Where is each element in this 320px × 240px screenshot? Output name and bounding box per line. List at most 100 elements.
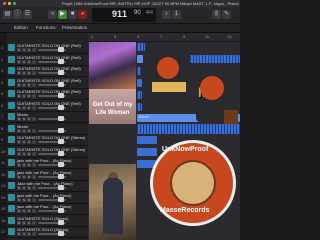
input-monitor-button[interactable]: I (32, 232, 36, 236)
solo-button[interactable]: S (22, 117, 26, 121)
editors-icon[interactable]: ✎ (222, 10, 231, 19)
solo-button[interactable]: S (22, 197, 26, 202)
mute-button[interactable]: M (17, 117, 21, 121)
record-enable-button[interactable]: R (27, 128, 31, 133)
track-header[interactable]: 11 jazz with me Pour... (Ac Piano) M S R I (0, 157, 88, 169)
solo-button[interactable]: S (22, 186, 26, 190)
input-monitor-button[interactable]: I (32, 151, 36, 156)
mute-button[interactable]: M (17, 174, 21, 179)
input-monitor-button[interactable]: I (32, 140, 36, 144)
fader-handle[interactable] (58, 104, 64, 110)
region[interactable] (137, 67, 141, 75)
record-enable-button[interactable]: R (27, 151, 31, 156)
track-header[interactable]: 15 jazz with me Pour... (Ac Piano) M S R I (0, 203, 88, 215)
input-monitor-button[interactable]: I (32, 82, 36, 87)
fader-handle[interactable] (58, 219, 64, 225)
solo-button[interactable]: S (22, 94, 26, 98)
mute-button[interactable]: M (17, 48, 21, 52)
region[interactable] (137, 103, 142, 111)
region[interactable] (190, 55, 240, 63)
library-icon[interactable]: ▤ (3, 10, 12, 19)
mixer-icon[interactable]: ⫼ (212, 10, 221, 19)
track-header[interactable]: 4 GUITARISTE SOLO ON ONE (Refl) M S R I (0, 77, 88, 89)
track-header[interactable]: 6 GUITARISTE SOLO ON ONE (Refl) M S R I (0, 100, 88, 112)
play-icon[interactable]: ▶ (58, 10, 67, 19)
mute-button[interactable]: M (17, 71, 21, 75)
fader-handle[interactable] (58, 196, 64, 202)
input-monitor-button[interactable]: I (32, 197, 36, 202)
solo-button[interactable]: S (22, 105, 26, 110)
solo-button[interactable]: S (22, 82, 26, 87)
fader-handle[interactable] (58, 231, 64, 236)
solo-button[interactable]: S (22, 151, 26, 156)
mute-button[interactable]: M (17, 220, 21, 225)
record-enable-button[interactable]: R (27, 140, 31, 144)
record-enable-button[interactable]: R (27, 186, 31, 190)
input-monitor-button[interactable]: I (32, 94, 36, 98)
record-enable-button[interactable]: R (27, 59, 31, 64)
track-header[interactable]: 17 GUITARISTE SOLO (Stereo) M S R I (0, 226, 88, 238)
record-enable-button[interactable]: R (27, 209, 31, 213)
close-icon[interactable] (3, 2, 6, 5)
solo-button[interactable]: S (22, 48, 26, 52)
input-monitor-button[interactable]: I (32, 71, 36, 75)
track-header[interactable]: 9 GUITARISTE SOLO ON ONE (Stereo) M S R I (0, 134, 88, 146)
fader-handle[interactable] (58, 81, 64, 87)
mute-button[interactable]: M (17, 209, 21, 213)
record-enable-button[interactable]: R (27, 105, 31, 110)
input-monitor-button[interactable]: I (32, 105, 36, 110)
solo-button[interactable]: S (22, 174, 26, 179)
record-enable-button[interactable]: R (27, 82, 31, 87)
record-enable-button[interactable]: R (27, 94, 31, 98)
fader-handle[interactable] (58, 185, 64, 190)
zoom-icon[interactable] (13, 2, 16, 5)
fader-handle[interactable] (58, 162, 64, 167)
record-enable-button[interactable]: R (27, 220, 31, 225)
inspector-icon[interactable]: ⓘ (13, 10, 22, 19)
track-header[interactable]: 8 Mixxie M S R I (0, 123, 88, 135)
record-enable-button[interactable]: R (27, 174, 31, 179)
mute-button[interactable]: M (17, 105, 21, 110)
record-enable-button[interactable]: R (27, 197, 31, 202)
solo-button[interactable]: S (22, 220, 26, 225)
menu-view[interactable]: Présentation (62, 25, 87, 30)
solo-button[interactable]: S (22, 209, 26, 213)
track-name[interactable]: Mixxie (17, 124, 28, 129)
record-enable-button[interactable]: R (27, 117, 31, 121)
toolbar-icon[interactable]: ☰ (23, 10, 32, 19)
fader-handle[interactable] (58, 70, 64, 75)
fader-handle[interactable] (58, 116, 64, 121)
solo-button[interactable]: S (22, 140, 26, 144)
record-icon[interactable]: ● (78, 10, 87, 19)
track-header[interactable]: 1 GUITARISTE SOLO ON ONE (Refl) M S R I (0, 42, 88, 54)
input-monitor-button[interactable]: I (32, 209, 36, 213)
count-in-icon[interactable]: 1 (172, 10, 181, 19)
fader-handle[interactable] (58, 208, 64, 213)
region[interactable] (137, 148, 157, 156)
track-name[interactable]: GUITARISTE SOLO ON ONE (Refl) (17, 78, 81, 83)
mute-button[interactable]: M (17, 186, 21, 190)
input-monitor-button[interactable]: I (32, 59, 36, 64)
bar-ruler[interactable] (88, 33, 240, 41)
fader-handle[interactable] (58, 58, 64, 64)
fader-handle[interactable] (58, 47, 64, 52)
track-header[interactable]: 14 jazz with me Pour... (Ac Piano) M S R I (0, 192, 88, 204)
input-monitor-button[interactable]: I (32, 174, 36, 179)
record-enable-button[interactable]: R (27, 232, 31, 236)
fader-handle[interactable] (58, 127, 64, 133)
minimize-icon[interactable] (8, 2, 11, 5)
input-monitor-button[interactable]: I (32, 220, 36, 225)
menu-edit[interactable]: Édition (14, 25, 28, 30)
solo-button[interactable]: S (22, 128, 26, 133)
mute-button[interactable]: M (17, 232, 21, 236)
stop-icon[interactable]: ■ (68, 10, 77, 19)
region[interactable] (137, 136, 157, 144)
track-header[interactable]: 7 Mixxie M S R I (0, 111, 88, 123)
input-monitor-button[interactable]: I (32, 48, 36, 52)
solo-button[interactable]: S (22, 232, 26, 236)
fader-handle[interactable] (58, 93, 64, 98)
record-enable-button[interactable]: R (27, 163, 31, 167)
track-header[interactable]: 13 Jazz with me Pour... (Ac Piano) M S R I (0, 180, 88, 192)
input-monitor-button[interactable]: I (32, 163, 36, 167)
track-name[interactable]: GUITARISTE SOLO ON ONE (Refl) (17, 55, 81, 60)
